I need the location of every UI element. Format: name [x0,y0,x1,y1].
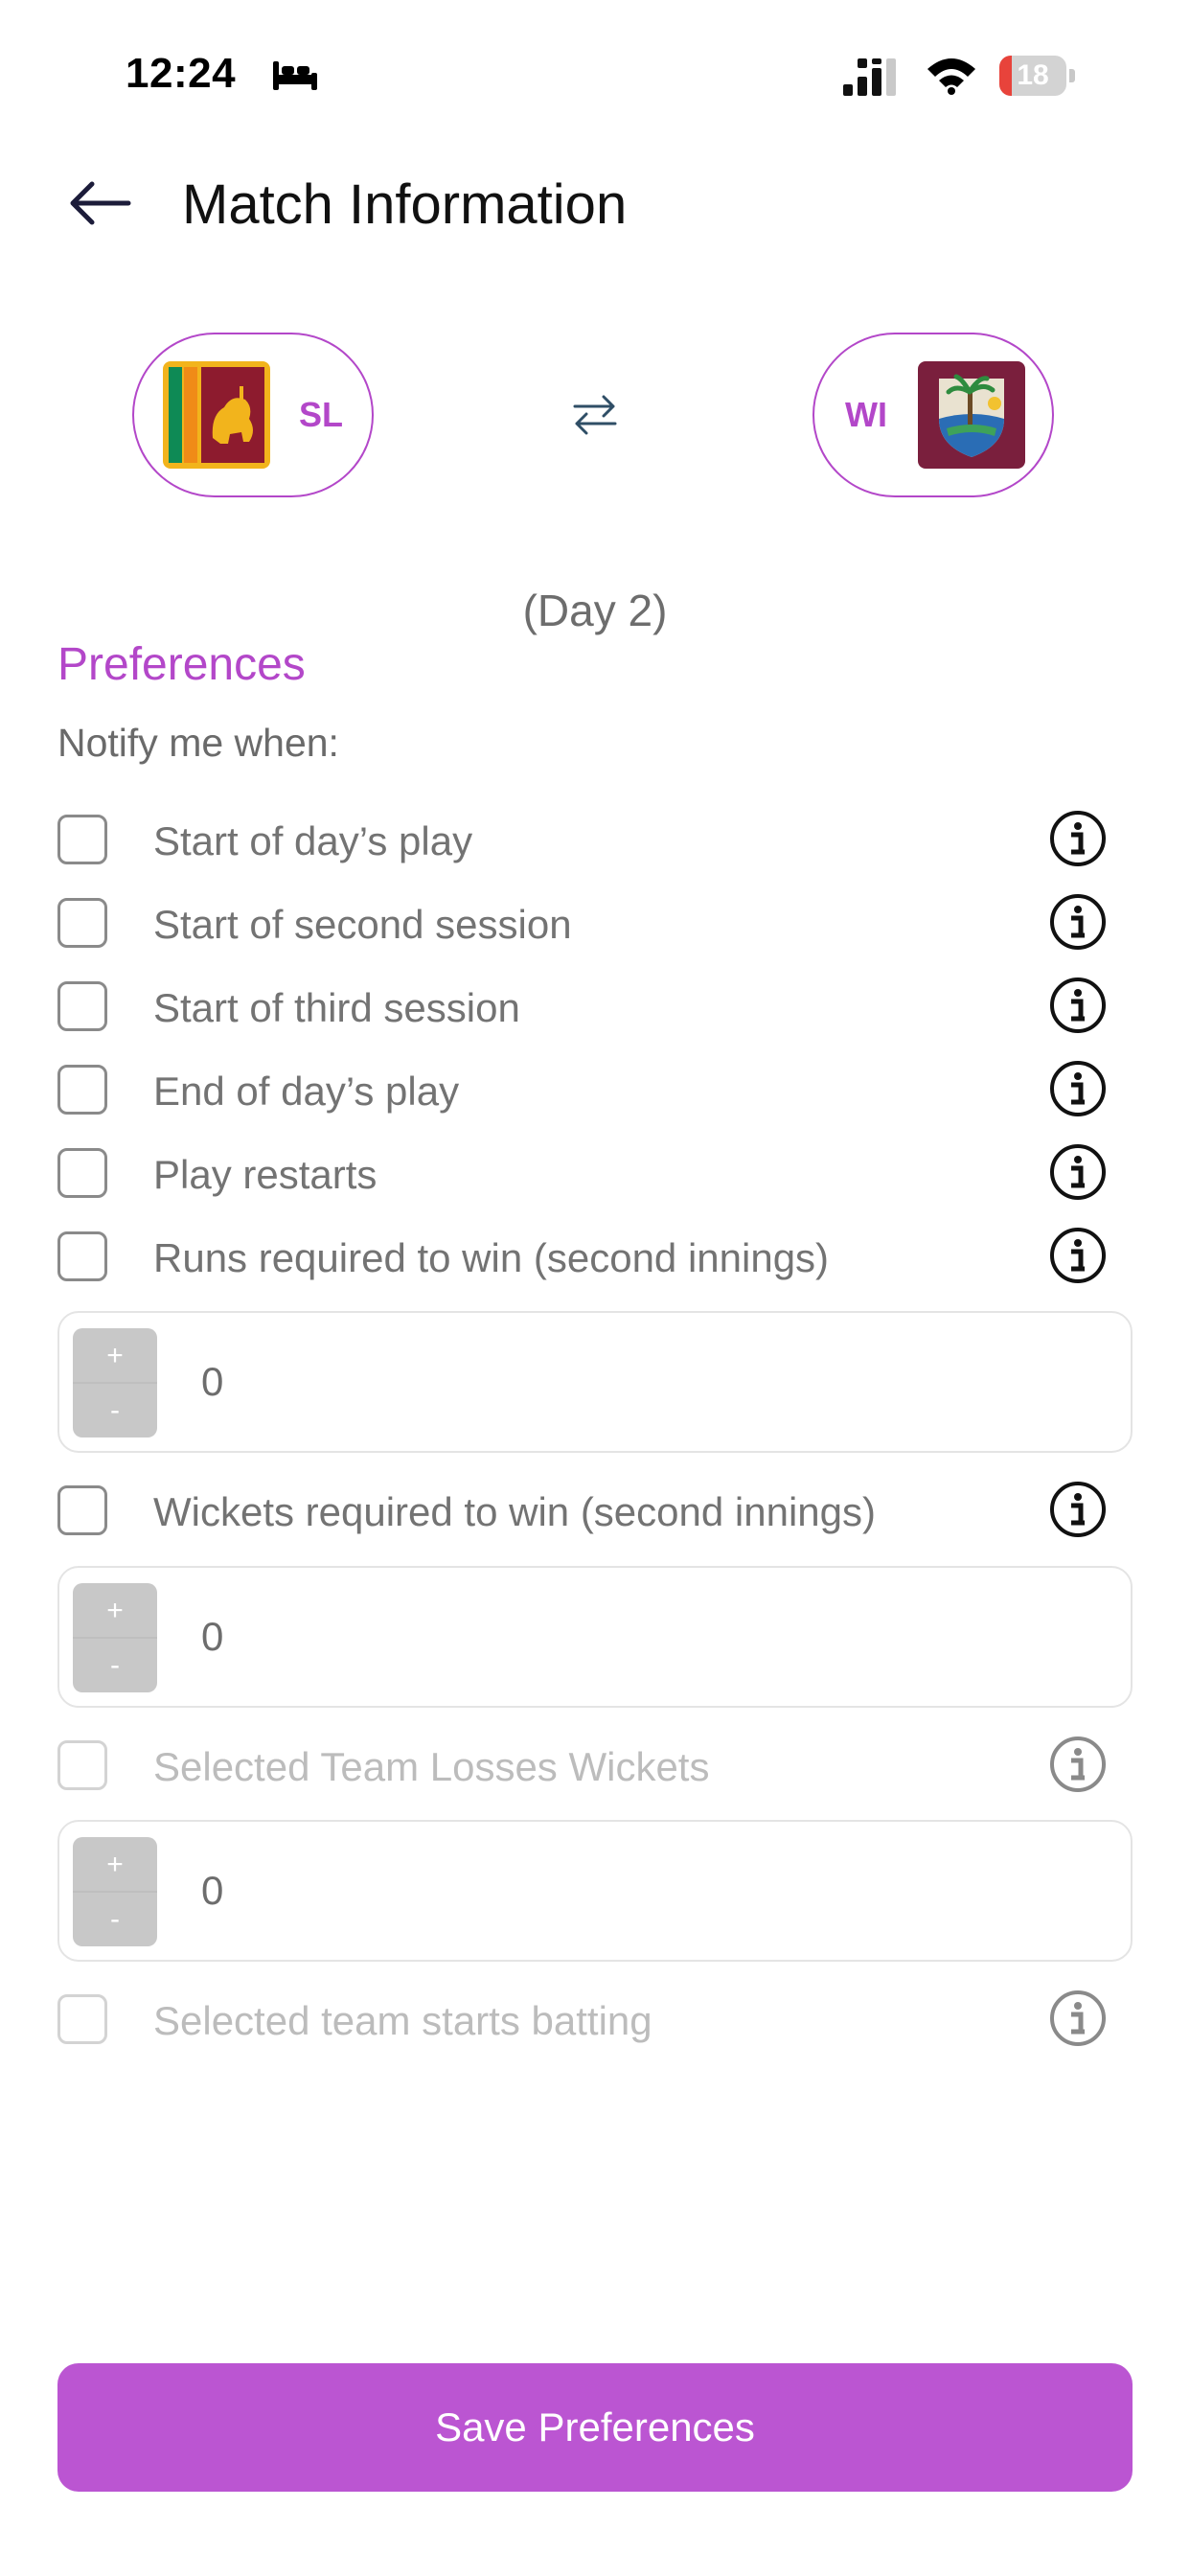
info-icon[interactable] [1048,809,1108,868]
team-losses-wickets-stepper: + - 0 [57,1820,1133,1962]
runs-required-input[interactable]: 0 [201,1359,223,1405]
info-icon[interactable] [1048,1226,1108,1285]
option-label: End of day’s play [153,1069,460,1114]
preferences-title: Preferences [57,639,306,690]
decrement-button[interactable]: - [73,1638,157,1692]
option-play-restarts: Play restarts [57,1140,1115,1208]
option-label: Play restarts [153,1152,378,1197]
option-label: Selected team starts batting [153,1998,652,2043]
back-arrow-icon[interactable] [65,178,132,228]
west-indies-crest-icon [917,361,1025,469]
status-time: 12:24 [126,50,237,97]
stepper-buttons: + - [73,1583,157,1692]
increment-button[interactable]: + [73,1837,157,1892]
page-title: Match Information [182,173,628,236]
checkbox-third-session[interactable] [57,981,107,1031]
checkbox-team-losses-wickets[interactable] [57,1740,107,1790]
team-home-selector[interactable]: SL [132,333,374,497]
info-icon[interactable] [1048,1989,1108,2048]
checkbox-end-of-day[interactable] [57,1065,107,1115]
swap-teams-icon[interactable] [571,393,619,435]
checkbox-second-session[interactable] [57,898,107,948]
wickets-required-stepper: + - 0 [57,1566,1133,1708]
battery-indicator: 18 [999,56,1076,96]
increment-button[interactable]: + [73,1328,157,1383]
team-losses-wickets-input[interactable]: 0 [201,1868,223,1914]
option-second-session: Start of second session [57,890,1115,957]
checkbox-team-starts-batting[interactable] [57,1994,107,2044]
increment-button[interactable]: + [73,1583,157,1638]
option-wickets-required: Wickets required to win (second innings) [57,1478,1115,1545]
option-third-session: Start of third session [57,974,1115,1041]
stepper-buttons: + - [73,1328,157,1438]
info-icon[interactable] [1048,976,1108,1035]
battery-level: 18 [1017,59,1049,91]
match-day-label: (Day 2) [522,586,668,635]
option-label: Start of third session [153,985,520,1030]
notify-label: Notify me when: [57,721,339,765]
sleep-focus-icon [273,61,317,90]
info-icon[interactable] [1048,1735,1108,1794]
cellular-signal-icon [843,58,896,96]
wickets-required-input[interactable]: 0 [201,1614,223,1660]
team-away-code: WI [845,395,887,434]
option-label: Start of day’s play [153,818,473,863]
option-label: Runs required to win (second innings) [153,1235,830,1280]
team-away-selector[interactable]: WI [812,333,1054,497]
option-label: Selected Team Losses Wickets [153,1744,710,1789]
checkbox-runs-required[interactable] [57,1231,107,1281]
option-team-losses-wickets: Selected Team Losses Wickets [57,1733,1115,1800]
option-label: Start of second session [153,902,572,947]
checkbox-wickets-required[interactable] [57,1485,107,1535]
option-runs-required: Runs required to win (second innings) [57,1224,1115,1291]
info-icon[interactable] [1048,1059,1108,1118]
checkbox-play-restarts[interactable] [57,1148,107,1198]
option-team-starts-batting: Selected team starts batting [57,1987,1115,2054]
option-start-of-day: Start of day’s play [57,807,1115,874]
decrement-button[interactable]: - [73,1383,157,1438]
info-icon[interactable] [1048,1480,1108,1539]
info-icon[interactable] [1048,1142,1108,1202]
decrement-button[interactable]: - [73,1892,157,1946]
option-end-of-day: End of day’s play [57,1057,1115,1124]
stepper-buttons: + - [73,1837,157,1946]
runs-required-stepper: + - 0 [57,1311,1133,1453]
option-label: Wickets required to win (second innings) [153,1489,876,1534]
team-home-code: SL [299,395,344,434]
checkbox-start-of-day[interactable] [57,815,107,864]
wifi-icon [927,58,975,95]
save-preferences-button[interactable]: Save Preferences [57,2363,1133,2492]
sri-lanka-flag-icon [163,361,270,469]
info-icon[interactable] [1048,892,1108,952]
